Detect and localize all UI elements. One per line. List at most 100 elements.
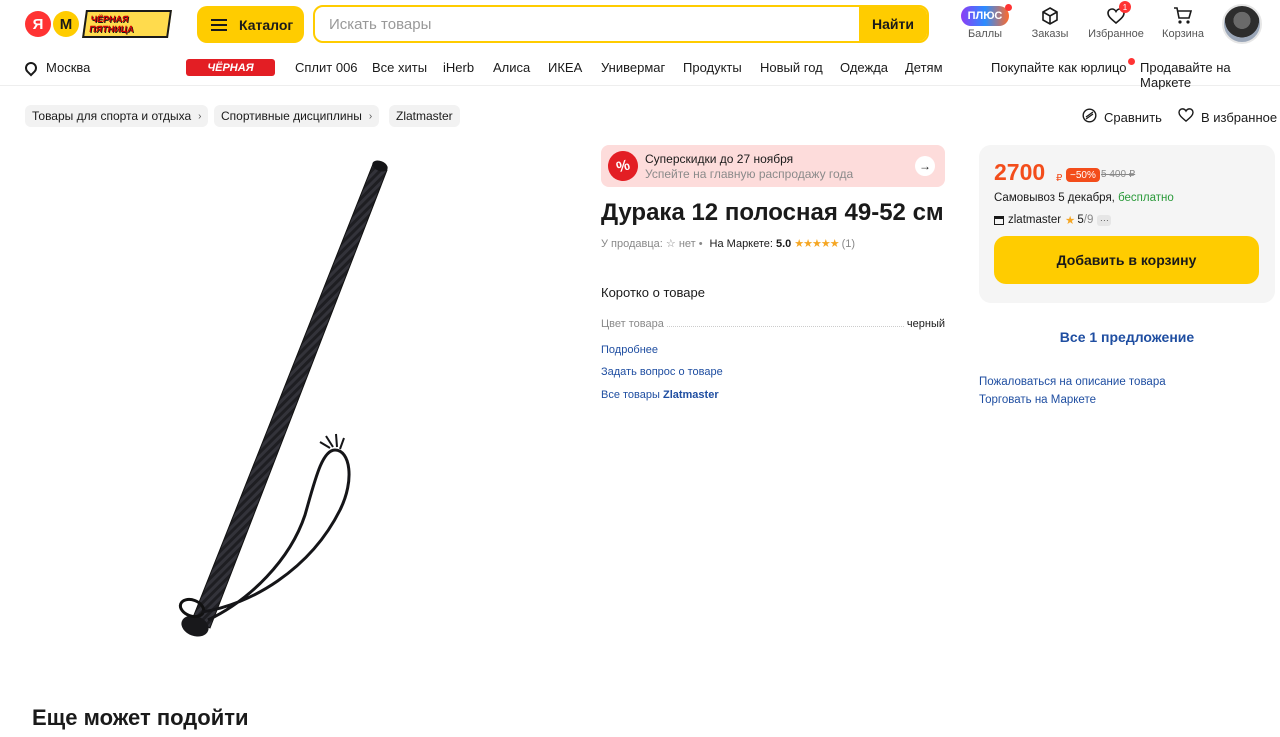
seller-name: zlatmaster (1008, 214, 1062, 226)
sale-percent-icon: % (604, 147, 642, 185)
price-currency: ₽ (1056, 173, 1063, 184)
rating-stars-icon: ★★★★★ (794, 238, 839, 250)
catalog-button[interactable]: Каталог (197, 6, 304, 43)
plus-points-button[interactable]: ПЛЮС Баллы (955, 4, 1015, 46)
search-bar: Найти (313, 5, 929, 43)
add-to-favorites-button[interactable]: В избранное (1178, 108, 1277, 126)
breadcrumb-brand[interactable]: Zlatmaster (389, 105, 460, 127)
buy-card: 2700 ₽ −50% 5 400 ₽ Самовывоз 5 декабря,… (979, 145, 1275, 303)
reviews-count[interactable]: (1) (842, 238, 855, 250)
spec-dots (666, 326, 904, 327)
points-label: Баллы (967, 28, 1003, 40)
market-rating-label: На Маркете: (709, 237, 773, 250)
breadcrumb-label: Спортивные дисциплины (221, 109, 362, 123)
orders-button[interactable]: Заказы (1020, 4, 1080, 46)
catalog-label: Каталог (239, 16, 294, 33)
sale-banner-subtitle: Успейте на главную распродажу года (645, 167, 854, 181)
favorites-count-badge: 1 (1119, 1, 1131, 13)
ask-question-link[interactable]: Задать вопрос о товаре (601, 366, 723, 378)
all-products-prefix: Все товары (601, 389, 660, 401)
short-description-heading: Коротко о товаре (601, 285, 705, 300)
search-input[interactable] (315, 7, 859, 41)
store-icon (994, 215, 1004, 225)
yandex-logo[interactable]: Я (25, 11, 51, 37)
market-logo[interactable]: М (53, 11, 79, 37)
price: 2700 (994, 159, 1046, 185)
cart-button[interactable]: Корзина (1153, 4, 1213, 46)
breadcrumb-label: Zlatmaster (396, 109, 453, 123)
market-rating-score: 5.0 (775, 237, 792, 250)
heart-icon (1178, 108, 1194, 126)
brand-name: Zlatmaster (662, 389, 719, 401)
more-options-icon[interactable]: ··· (1097, 214, 1112, 226)
nav-item-clothes[interactable]: Одежда (840, 60, 888, 75)
sell-on-market-link[interactable]: Продавайте на Маркете (1140, 60, 1280, 90)
top-nav: Москва ЧЁРНАЯ Сплит 006 Все хиты iHerb А… (0, 50, 1280, 90)
sale-banner[interactable]: % Суперскидки до 27 ноября Успейте на гл… (601, 145, 945, 187)
seller-score-denominator: /9 (1083, 214, 1094, 226)
compare-label: Сравнить (1104, 110, 1162, 125)
black-friday-logo[interactable]: ЧЁРНАЯ ПЯТНИЦА (82, 10, 172, 38)
nav-item-new-year[interactable]: Новый год (760, 60, 823, 75)
delivery-info: Самовывоз 5 декабря, бесплатно (994, 192, 1174, 204)
spec-key: Цвет товара (601, 318, 664, 330)
more-details-link[interactable]: Подробнее (601, 344, 658, 356)
product-title: Дурака 12 полосная 49-52 см (601, 199, 944, 226)
header: Я М ЧЁРНАЯ ПЯТНИЦА Каталог Найти ПЛЮС Ба… (0, 0, 1280, 50)
arrow-right-icon: → (915, 156, 935, 176)
city-selector[interactable]: Москва (22, 59, 91, 76)
breadcrumb-label: Товары для спорта и отдыха (32, 109, 192, 123)
favorites-button[interactable]: 1 Избранное (1086, 1, 1146, 46)
recommendations-heading: Еще может подойти (32, 705, 249, 730)
seller-rating: У продавца: ☆ нет (601, 238, 696, 250)
breadcrumb-sport[interactable]: Товары для спорта и отдыха › (25, 105, 209, 127)
spec-row-color: Цвет товара черный (601, 316, 945, 330)
cart-icon (1173, 4, 1193, 28)
all-offers-link[interactable]: Все 1 предложение (979, 329, 1275, 345)
chevron-right-icon: › (368, 110, 373, 122)
nav-item-ikea[interactable]: ИКЕА (548, 60, 582, 75)
box-icon (1041, 4, 1059, 28)
favorite-label: В избранное (1201, 109, 1278, 125)
add-to-cart-button[interactable]: Добавить в корзину (994, 236, 1259, 284)
avatar[interactable] (1222, 4, 1262, 44)
notification-dot (1005, 4, 1012, 11)
promo-line1: ЧЁРНАЯ (90, 14, 130, 24)
nav-item-kids[interactable]: Детям (905, 60, 943, 75)
nav-item-univermag[interactable]: Универмаг (601, 60, 665, 75)
orders-label: Заказы (1031, 28, 1069, 40)
black-friday-nav-badge[interactable]: ЧЁРНАЯ (186, 59, 275, 76)
discount-badge: −50% (1066, 168, 1100, 182)
sale-banner-title: Суперскидки до 27 ноября (645, 152, 794, 166)
nav-item-alisa[interactable]: Алиса (493, 60, 530, 75)
compare-button[interactable]: Сравнить (1082, 108, 1162, 127)
nav-item-iherb[interactable]: iHerb (443, 60, 474, 75)
compare-icon (1082, 108, 1097, 127)
sell-on-market-side-link[interactable]: Торговать на Маркете (979, 394, 1096, 406)
nav-item-split[interactable]: Сплит 006 (295, 60, 358, 75)
chevron-right-icon: › (198, 110, 202, 122)
complain-link[interactable]: Пожаловаться на описание товара (979, 376, 1166, 388)
star-icon: ★ (1065, 215, 1076, 227)
seller-row[interactable]: zlatmaster ★ 5 /9 ··· (994, 213, 1112, 227)
product-image[interactable] (140, 150, 410, 670)
location-pin-icon (22, 59, 40, 76)
old-price: 5 400 ₽ (1101, 169, 1136, 180)
plus-icon: ПЛЮС (961, 4, 1012, 28)
nav-item-hits[interactable]: Все хиты (372, 60, 427, 75)
promo-line2: ПЯТНИЦА (88, 24, 135, 34)
legal-entity-link[interactable]: Покупайте как юрлицо (991, 58, 1135, 75)
notification-dot (1127, 58, 1135, 65)
breadcrumb-disciplines[interactable]: Спортивные дисциплины › (214, 105, 380, 127)
delivery-free: бесплатно (1118, 192, 1174, 204)
search-button[interactable]: Найти (859, 7, 927, 41)
all-brand-products-link[interactable]: Все товары Zlatmaster (601, 389, 719, 401)
ratings-row[interactable]: У продавца: ☆ нет • На Маркете: 5.0 ★★★★… (601, 237, 855, 251)
legal-label: Покупайте как юрлицо (991, 60, 1127, 75)
delivery-text: Самовывоз 5 декабря, (994, 192, 1115, 204)
cart-label: Корзина (1162, 28, 1204, 40)
nav-item-products[interactable]: Продукты (683, 60, 742, 75)
spec-value: черный (906, 318, 945, 330)
heart-icon: 1 (1107, 1, 1131, 28)
city-label: Москва (46, 60, 91, 75)
